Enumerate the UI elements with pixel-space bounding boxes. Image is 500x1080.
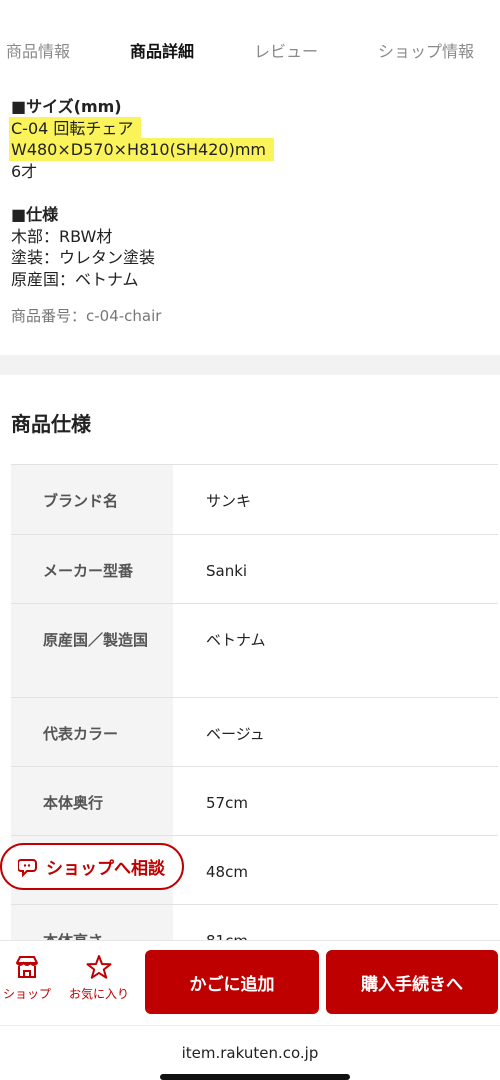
spec-section-title: 商品仕様 <box>11 412 91 436</box>
spec-key: 本体奥行 <box>11 767 173 835</box>
spec-value: 48cm <box>206 863 248 881</box>
spec-value: ベージュ <box>206 725 265 743</box>
home-indicator <box>160 1074 350 1080</box>
spec-key: ブランド名 <box>11 465 173 534</box>
consult-label: ショップへ相談 <box>46 859 165 879</box>
product-description: ■サイズ(mm) C-04 回転チェア W480×D570×H810(SH420… <box>11 96 491 328</box>
chat-bubble-icon <box>18 858 37 877</box>
consult-shop-button[interactable]: ショップへ相談 <box>0 843 184 890</box>
item-number: 商品番号：c-04-chair <box>11 307 162 325</box>
section-divider <box>0 355 500 375</box>
table-row: ブランド名 サンキ <box>11 465 498 535</box>
tab-reviews[interactable]: レビュー <box>254 38 318 62</box>
spec-heading: ■仕様 <box>11 205 59 224</box>
tab-shop-info[interactable]: ショップ情報 <box>378 38 474 62</box>
shop-button[interactable]: ショップ <box>0 953 54 1002</box>
shop-label: ショップ <box>2 987 51 1001</box>
spec-value: ベトナム <box>206 631 266 649</box>
spec-key: 代表カラー <box>11 698 173 766</box>
tab-product-info[interactable]: 商品情報 <box>6 38 70 62</box>
spec-value: 57cm <box>206 794 248 812</box>
spec-key: 原産国／製造国 <box>11 604 173 697</box>
shop-icon <box>16 956 38 978</box>
add-to-cart-button[interactable]: かごに追加 <box>145 950 319 1014</box>
browser-url-bar[interactable]: item.rakuten.co.jp <box>0 1025 500 1080</box>
size-model-line: C-04 回転チェア <box>11 118 140 138</box>
bottom-action-bar: ショップ お気に入り かごに追加 購入手続きへ <box>0 940 500 1025</box>
url-text: item.rakuten.co.jp <box>181 1044 319 1062</box>
favorite-button[interactable]: お気に入り <box>64 953 134 1002</box>
star-icon <box>86 955 112 979</box>
size-dimensions-line: W480×D570×H810(SH420)mm <box>11 140 272 159</box>
spec-table: ブランド名 サンキ メーカー型番 Sanki 原産国／製造国 ベトナム 代表カラ… <box>11 464 498 974</box>
table-row: 原産国／製造国 ベトナム <box>11 604 498 698</box>
size-heading: ■サイズ(mm) <box>11 97 122 116</box>
table-row: メーカー型番 Sanki <box>11 535 498 604</box>
spec-key: メーカー型番 <box>11 535 173 603</box>
spec-value: Sanki <box>206 562 248 580</box>
spec-wood-line: 木部：RBW材 <box>11 226 113 246</box>
spec-value: サンキ <box>206 492 252 510</box>
size-age-line: 6才 <box>11 161 38 181</box>
tab-product-details[interactable]: 商品詳細 <box>130 38 194 62</box>
spec-origin-line: 原産国：ベトナム <box>11 269 139 289</box>
spec-paint-line: 塗装：ウレタン塗装 <box>11 248 156 267</box>
tab-bar: 商品情報 商品詳細 レビュー ショップ情報 <box>0 0 500 100</box>
favorite-label: お気に入り <box>68 987 129 1001</box>
table-row: 代表カラー ベージュ <box>11 698 498 767</box>
checkout-button[interactable]: 購入手続きへ <box>326 950 498 1014</box>
table-row: 本体奥行 57cm <box>11 767 498 836</box>
